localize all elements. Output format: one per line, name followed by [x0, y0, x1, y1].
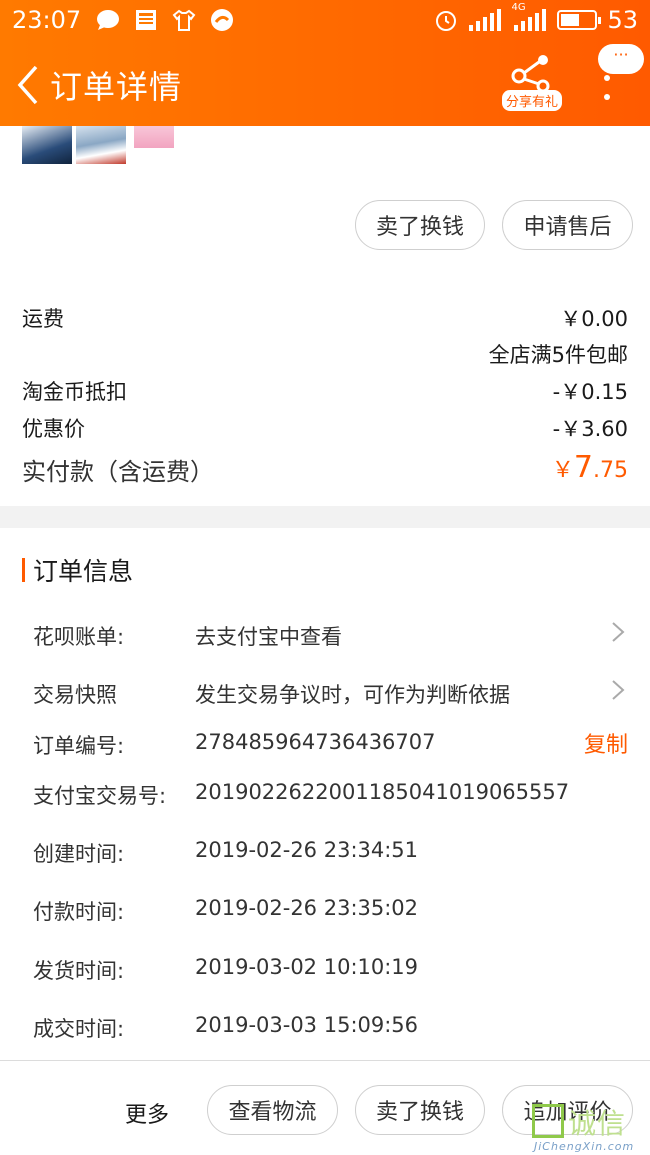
chat-bubble-icon	[95, 8, 121, 32]
discount-value: -￥3.60	[552, 417, 628, 441]
message-bubble[interactable]: ···	[598, 44, 644, 74]
snapshot-value: 发生交易争议时，可作为判断依据	[195, 683, 510, 707]
product-thumbnail[interactable]	[22, 126, 72, 164]
watermark: 诚信 JiChengXin.com	[532, 1104, 650, 1155]
dot-icon	[604, 93, 610, 100]
snapshot-label: 交易快照	[33, 683, 117, 707]
order-number-value: 278485964736436707	[195, 730, 436, 754]
share-icon	[511, 55, 550, 92]
huabei-label: 花呗账单:	[33, 625, 125, 649]
watermark-logo-icon	[532, 1104, 564, 1138]
accent-bar	[22, 558, 25, 582]
chevron-right-icon	[608, 617, 628, 647]
created-time-row: 创建时间: 2019-02-26 23:34:51	[33, 838, 628, 868]
created-time-value: 2019-02-26 23:34:51	[195, 838, 419, 862]
free-shipping-row: 全店满5件包邮	[22, 339, 628, 367]
shipped-time-label: 发货时间:	[33, 959, 125, 983]
order-info-title: 订单信息	[22, 556, 133, 586]
share-button[interactable]: 分享有礼	[500, 52, 564, 114]
dot-icon	[604, 74, 610, 81]
free-shipping-note: 全店满5件包邮	[488, 343, 628, 367]
total-label: 实付款（含运费）	[22, 458, 214, 486]
view-logistics-button[interactable]: 查看物流	[207, 1085, 338, 1135]
paid-time-label: 付款时间:	[33, 900, 125, 924]
total-decimal: .75	[593, 458, 628, 483]
paid-time-row: 付款时间: 2019-02-26 23:35:02	[33, 896, 628, 926]
page-title: 订单详情	[50, 68, 183, 106]
sell-for-cash-button[interactable]: 卖了换钱	[355, 200, 485, 250]
shipping-value: ￥0.00	[560, 307, 628, 331]
order-number-label: 订单编号:	[33, 734, 125, 758]
shipped-time-value: 2019-03-02 10:10:19	[195, 955, 419, 979]
back-button[interactable]	[8, 55, 48, 115]
product-thumbnails	[22, 126, 184, 164]
battery-level: 53	[607, 6, 638, 34]
share-label: 分享有礼	[501, 90, 562, 111]
shipped-time-row: 发货时间: 2019-03-02 10:10:19	[33, 955, 628, 985]
total-row: 实付款（含运费） ￥7.75	[22, 450, 628, 488]
watermark-subtext: JiChengXin.com	[534, 1140, 635, 1153]
order-number-row: 订单编号: 278485964736436707 复制	[33, 730, 628, 760]
alipay-number-label: 支付宝交易号:	[33, 784, 167, 808]
created-time-label: 创建时间:	[33, 842, 125, 866]
tshirt-icon	[171, 8, 197, 32]
order-info-title-text: 订单信息	[33, 557, 134, 586]
total-value: ￥7.75	[552, 450, 628, 485]
alarm-icon	[433, 8, 459, 32]
signal-4g-label: 4G	[511, 2, 526, 13]
chevron-left-icon	[17, 65, 38, 105]
closed-time-label: 成交时间:	[33, 1017, 125, 1041]
signal-icon	[467, 8, 503, 32]
section-divider	[0, 506, 650, 528]
watermark-text: 诚信	[568, 1107, 627, 1140]
discount-row: 优惠价 -￥3.60	[22, 413, 628, 441]
discount-label: 优惠价	[22, 417, 85, 441]
taobao-icon	[209, 8, 235, 32]
more-actions-button[interactable]: 更多	[125, 1097, 169, 1129]
battery-icon	[557, 10, 602, 30]
shipping-label: 运费	[22, 307, 64, 331]
chevron-right-icon	[608, 675, 628, 705]
signal-4g-icon: 4G	[511, 2, 549, 32]
news-icon	[133, 8, 159, 32]
shipping-row: 运费 ￥0.00	[22, 303, 628, 331]
coin-label: 淘金币抵扣	[22, 380, 127, 404]
status-bar: 23:07 4G 53	[0, 0, 650, 40]
product-thumbnail[interactable]	[130, 126, 180, 164]
huabei-row[interactable]: 花呗账单: 去支付宝中查看	[33, 621, 628, 651]
paid-time-value: 2019-02-26 23:35:02	[195, 896, 419, 920]
copy-button[interactable]: 复制	[584, 727, 628, 759]
alipay-number-value: 2019022622001185041019065557	[195, 780, 570, 804]
closed-time-value: 2019-03-03 15:09:56	[195, 1013, 419, 1037]
footer-sell-button[interactable]: 卖了换钱	[355, 1085, 485, 1135]
total-integer: 7	[573, 450, 593, 485]
huabei-value: 去支付宝中查看	[195, 625, 342, 649]
product-thumbnail[interactable]	[76, 126, 126, 164]
app-header: 23:07 4G 53 订单详情 分享有礼 ···	[0, 0, 650, 126]
snapshot-row[interactable]: 交易快照 发生交易争议时，可作为判断依据	[33, 679, 628, 709]
after-sale-button[interactable]: 申请售后	[502, 200, 633, 250]
alipay-number-row: 支付宝交易号: 2019022622001185041019065557	[33, 780, 628, 810]
status-time: 23:07	[12, 6, 82, 34]
total-currency: ￥	[551, 458, 574, 483]
coin-value: -￥0.15	[552, 380, 628, 404]
nav-bar: 订单详情 分享有礼 ···	[0, 44, 650, 120]
coin-deduction-row: 淘金币抵扣 -￥0.15	[22, 376, 628, 404]
closed-time-row: 成交时间: 2019-03-03 15:09:56	[33, 1013, 628, 1043]
